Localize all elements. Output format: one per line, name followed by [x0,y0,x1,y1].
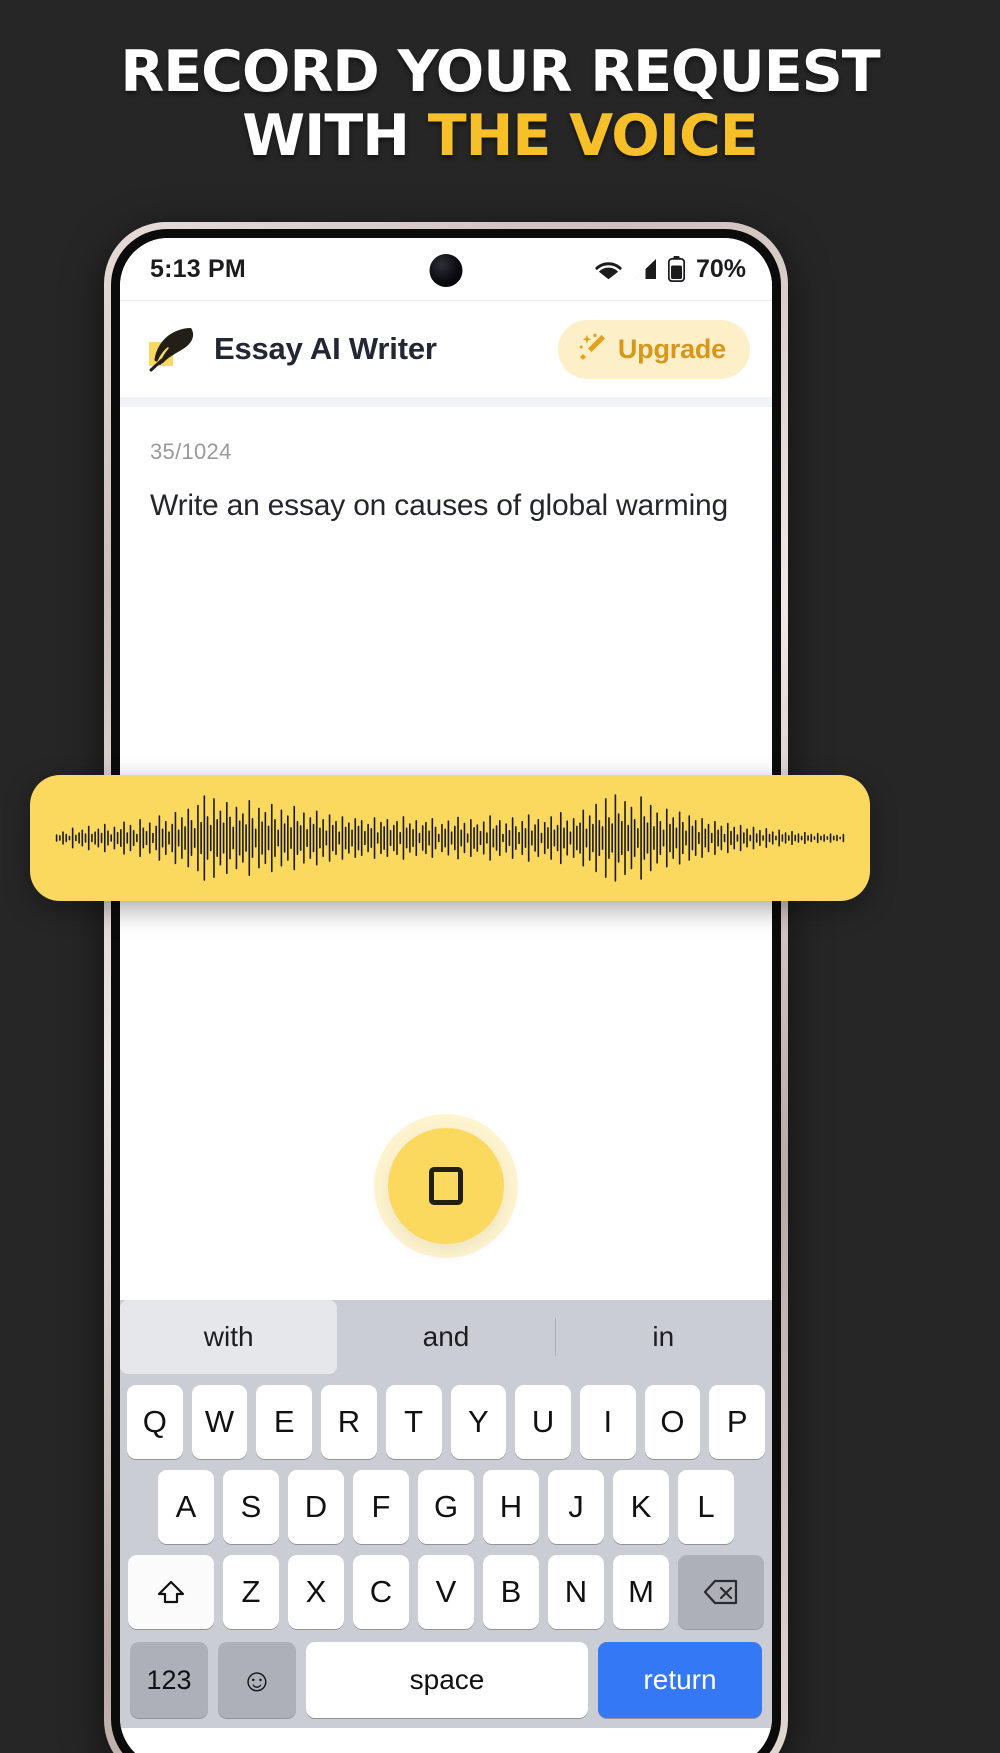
prompt-text[interactable]: Write an essay on causes of global warmi… [150,485,742,527]
suggestion-1[interactable]: and [337,1300,554,1374]
key-v[interactable]: V [418,1555,474,1629]
key-w[interactable]: W [191,1385,248,1459]
character-counter: 35/1024 [150,439,232,464]
battery-percent-label: 70% [695,254,746,283]
headline-line-2-white: WITH [242,103,428,169]
keyboard-row-3: Z X C V B N M [120,1555,772,1629]
wifi-icon [594,258,623,280]
onscreen-keyboard[interactable]: with and in Q W E R T Y U I O P A S D F … [120,1300,772,1728]
key-b[interactable]: B [483,1555,539,1629]
status-bar-time: 5:13 PM [150,254,246,283]
key-g[interactable]: G [418,1470,474,1544]
key-i[interactable]: I [579,1385,636,1459]
stop-square-icon [429,1167,463,1205]
backspace-key[interactable] [678,1555,764,1629]
header-underline [120,397,772,407]
waveform-visualization [55,794,845,882]
key-h[interactable]: H [483,1470,539,1544]
key-z[interactable]: Z [223,1555,279,1629]
key-x[interactable]: X [288,1555,344,1629]
headline-line-2-accent: THE VOICE [427,103,759,169]
headline-line-2: WITH THE VOICE [0,104,1000,168]
phone-mockup: 5:13 PM 70% Essay AI Writer Upgrade 35/1… [104,222,788,1753]
shift-arrow-icon [157,1580,185,1604]
phone-screen: 5:13 PM 70% Essay AI Writer Upgrade 35/1… [120,238,772,1753]
recorder-zone [120,1072,772,1300]
quill-pen-icon [146,324,198,374]
key-m[interactable]: M [613,1555,669,1629]
upgrade-button-label: Upgrade [617,333,726,364]
key-c[interactable]: C [353,1555,409,1629]
battery-icon [667,256,685,282]
keyboard-row-2: A S D F G H J K L [120,1470,772,1544]
cellular-signal-icon [632,258,659,280]
key-o[interactable]: O [644,1385,701,1459]
keyboard-row-4: 123 ☺ space return [120,1642,772,1718]
key-j[interactable]: J [548,1470,604,1544]
key-d[interactable]: D [288,1470,344,1544]
key-n[interactable]: N [548,1555,604,1629]
status-bar: 5:13 PM 70% [120,238,772,300]
key-e[interactable]: E [256,1385,313,1459]
key-a[interactable]: A [158,1470,214,1544]
key-q[interactable]: Q [126,1385,183,1459]
upgrade-button[interactable]: Upgrade [557,319,750,379]
key-u[interactable]: U [515,1385,571,1459]
prompt-input-area[interactable]: 35/1024 Write an essay on causes of glob… [120,407,772,1072]
suggestion-bar: with and in [120,1300,772,1374]
emoji-key[interactable]: ☺ [218,1642,296,1718]
emoji-glyph: ☺ [240,1662,274,1698]
screenshot-root: RECORD YOUR REQUEST WITH THE VOICE 5:13 … [0,0,1000,1753]
key-y[interactable]: Y [450,1385,507,1459]
shift-key[interactable] [128,1555,214,1629]
space-key[interactable]: space [306,1642,588,1718]
phone-bezel: 5:13 PM 70% Essay AI Writer Upgrade 35/1… [111,229,781,1753]
key-f[interactable]: F [353,1470,409,1544]
promo-headline: RECORD YOUR REQUEST WITH THE VOICE [0,40,1000,168]
front-camera-punchhole [429,254,463,287]
key-p[interactable]: P [709,1385,766,1459]
key-k[interactable]: K [613,1470,669,1544]
headline-line-1: RECORD YOUR REQUEST [120,39,880,105]
key-t[interactable]: T [385,1385,442,1459]
suggestion-2[interactable]: in [554,1300,772,1374]
numeric-key[interactable]: 123 [130,1642,208,1718]
key-s[interactable]: S [223,1470,279,1544]
keyboard-row-1: Q W E R T Y U I O P [120,1385,772,1459]
app-header: Essay AI Writer Upgrade [120,301,772,397]
app-title: Essay AI Writer [214,331,437,366]
status-bar-icons: 70% [594,255,746,284]
return-key[interactable]: return [598,1642,762,1718]
key-l[interactable]: L [678,1470,734,1544]
key-r[interactable]: R [321,1385,377,1459]
suggestion-0[interactable]: with [120,1300,338,1374]
voice-waveform-banner [30,775,870,901]
backspace-arrow-icon [704,1579,738,1605]
magic-wand-sparkle-icon [578,332,608,367]
stop-recording-button[interactable] [388,1128,504,1244]
